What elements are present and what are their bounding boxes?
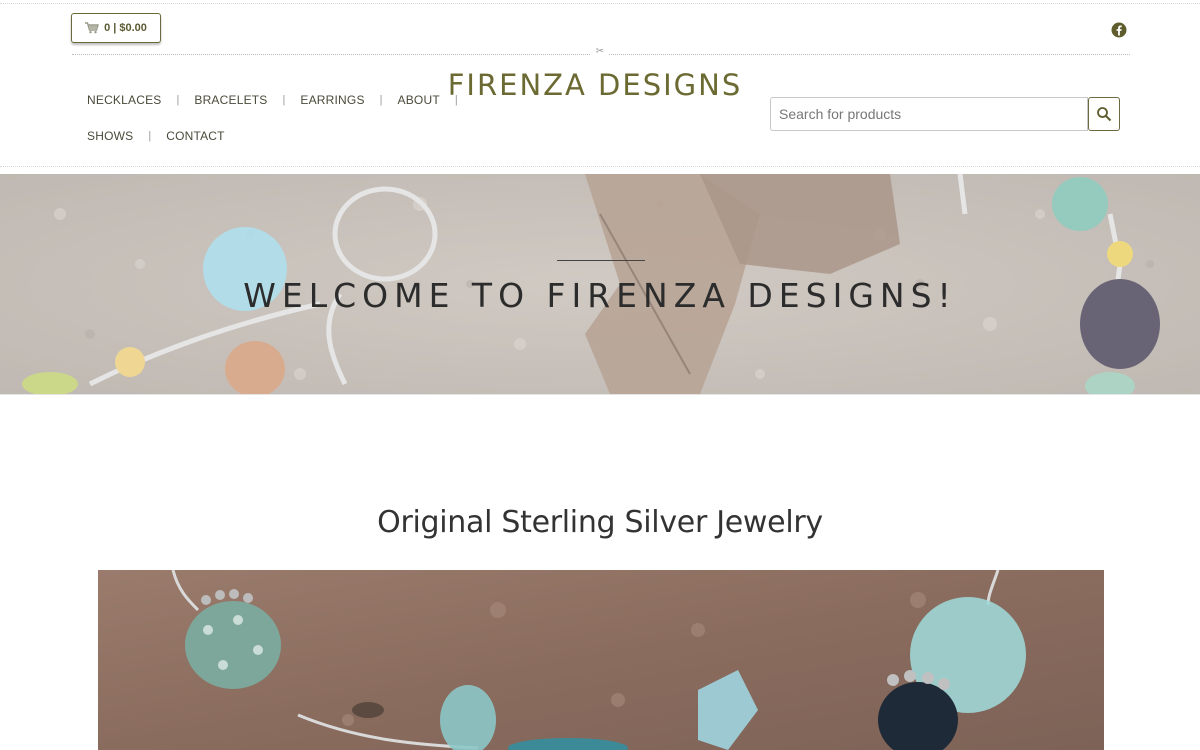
search-input[interactable] [770, 97, 1088, 131]
cart-summary: 0 | $0.00 [104, 22, 147, 34]
page: 0 | $0.00 ✂ NECKLACES | BRACELETS | EARR… [0, 0, 1200, 750]
site-title[interactable]: FIRENZA DESIGNS [440, 68, 750, 102]
section-heading: Original Sterling Silver Jewelry [377, 505, 823, 540]
nav-item-shows[interactable]: SHOWS [72, 129, 148, 143]
hero-title: WELCOME TO FIRENZA DESIGNS! [243, 276, 957, 315]
nav-item-earrings[interactable]: EARRINGS [285, 93, 379, 107]
hero-bottom-divider [0, 394, 1200, 395]
search-icon [1097, 107, 1112, 122]
nav-item-bracelets[interactable]: BRACELETS [179, 93, 282, 107]
header-bottom-divider [0, 166, 1200, 167]
featured-jewelry-image[interactable] [98, 570, 1104, 750]
cart-icon [85, 22, 100, 34]
divider-ornament: ✂ [591, 46, 609, 58]
featured-jewelry-photo [98, 570, 1104, 750]
top-divider [0, 3, 1200, 4]
nav-item-contact[interactable]: CONTACT [151, 129, 240, 143]
nav-row-1: NECKLACES | BRACELETS | EARRINGS | ABOUT… [72, 86, 458, 114]
cart-button[interactable]: 0 | $0.00 [71, 13, 161, 43]
search-button[interactable] [1088, 97, 1120, 131]
hero-accent-line [557, 260, 645, 261]
hero-banner: WELCOME TO FIRENZA DESIGNS! [0, 174, 1200, 394]
nav-row-2: SHOWS | CONTACT [72, 122, 432, 150]
facebook-icon[interactable] [1111, 22, 1127, 38]
nav-item-necklaces[interactable]: NECKLACES [72, 93, 177, 107]
main-navigation: NECKLACES | BRACELETS | EARRINGS | ABOUT… [72, 86, 458, 158]
